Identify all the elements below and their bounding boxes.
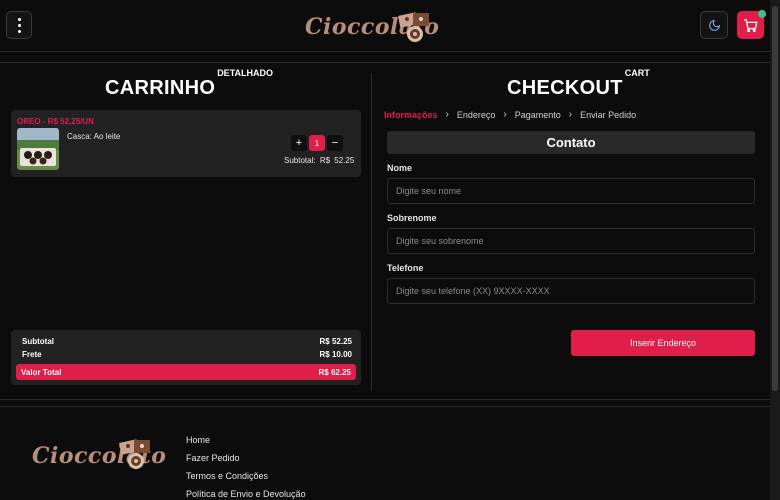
inserir-endereco-button[interactable]: Inserir Endereço: [571, 330, 755, 356]
total-value: R$ 62.25: [318, 367, 351, 377]
dots-vertical-icon: [17, 17, 21, 21]
step-pagamento[interactable]: Pagamento: [515, 110, 561, 120]
frete-value: R$ 10.00: [319, 350, 352, 359]
total-label: Valor Total: [21, 367, 62, 377]
cart-title: CARRINHODETALHADO: [105, 68, 273, 100]
increase-quantity-button[interactable]: +: [291, 135, 307, 151]
cart-icon: [744, 18, 758, 32]
cart-totals: Subtotal R$ 52.25 Frete R$ 10.00 Valor T…: [11, 330, 361, 385]
checkout-title-text: CHECKOUT: [507, 77, 623, 99]
product-photo: [17, 128, 59, 170]
footer-brand-logo[interactable]: Cioccolato: [32, 437, 166, 473]
sobrenome-label: Sobrenome: [387, 213, 437, 223]
decrease-quantity-button[interactable]: −: [327, 135, 343, 151]
frete-label: Frete: [22, 350, 42, 359]
main-panel: CARRINHODETALHADO OREO - R$ 52,25/UN Cas…: [0, 62, 780, 400]
chevron-right-icon: ›: [503, 109, 507, 120]
item-subtotal-label: Subtotal:: [284, 156, 316, 165]
quantity-value: 1: [309, 135, 325, 151]
chocolate-box-icon: [119, 439, 150, 469]
subtotal-value: R$ 52.25: [319, 337, 352, 346]
cart-title-text: CARRINHO: [105, 77, 216, 99]
step-enviar-pedido[interactable]: Enviar Pedido: [580, 110, 636, 120]
footer: Cioccolato Home Fazer Pedido Termos e Co…: [0, 406, 780, 500]
nome-label: Nome: [387, 163, 413, 173]
telefone-input[interactable]: [387, 278, 755, 304]
column-divider: [371, 73, 372, 391]
checkout-steps-breadcrumb: Informações › Endereço › Pagamento › Env…: [384, 109, 636, 120]
chocolate-box-icon: [398, 12, 429, 42]
telefone-label: Telefone: [387, 263, 424, 273]
footer-link-fazer-pedido[interactable]: Fazer Pedido: [186, 453, 306, 464]
cart-item: OREO - R$ 52,25/UN Casca: Ao leite + 1 −…: [11, 110, 361, 177]
theme-toggle-button[interactable]: [700, 11, 728, 39]
footer-link-termos[interactable]: Termos e Condições: [186, 471, 306, 482]
step-endereco[interactable]: Endereço: [457, 110, 496, 120]
checkout-title: CHECKOUTCART: [507, 68, 650, 100]
step-informacoes[interactable]: Informações: [384, 110, 438, 120]
subtotal-row: Subtotal R$ 52.25: [22, 337, 352, 346]
page-scrollbar[interactable]: [770, 0, 780, 500]
scrollbar-thumb[interactable]: [772, 6, 778, 391]
frete-row: Frete R$ 10.00: [22, 350, 352, 359]
cart-notification-badge: [758, 10, 766, 18]
dots-vertical-icon-dot: [17, 23, 21, 27]
item-description: Casca: Ao leite: [67, 132, 121, 141]
total-row: Valor Total R$ 62.25: [16, 364, 356, 380]
footer-links: Home Fazer Pedido Termos e Condições Pol…: [186, 435, 306, 500]
item-subtotal-value: R$ 52.25: [319, 156, 355, 165]
chevron-right-icon: ›: [445, 109, 449, 120]
item-name: OREO - R$ 52,25/UN: [17, 117, 94, 126]
moon-icon: [708, 19, 720, 31]
contact-section-header: Contato: [387, 131, 755, 154]
menu-button[interactable]: [6, 11, 32, 39]
nome-input[interactable]: [387, 178, 755, 204]
subtotal-label: Subtotal: [22, 337, 54, 346]
item-image[interactable]: [17, 128, 59, 170]
item-subtotal: Subtotal: R$ 52.25: [284, 156, 354, 165]
cart-title-sup: DETALHADO: [217, 68, 274, 79]
footer-link-politica[interactable]: Política de Envio e Devolução: [186, 489, 306, 500]
brand-logo[interactable]: Cioccolato: [305, 10, 439, 44]
chevron-right-icon: ›: [568, 109, 573, 120]
dots-vertical-icon-dot: [17, 29, 21, 33]
checkout-title-sup: CART: [624, 68, 650, 79]
sobrenome-input[interactable]: [387, 228, 755, 254]
top-header: Cioccolato: [0, 0, 780, 52]
quantity-stepper: + 1 −: [291, 135, 343, 151]
footer-link-home[interactable]: Home: [186, 435, 306, 446]
